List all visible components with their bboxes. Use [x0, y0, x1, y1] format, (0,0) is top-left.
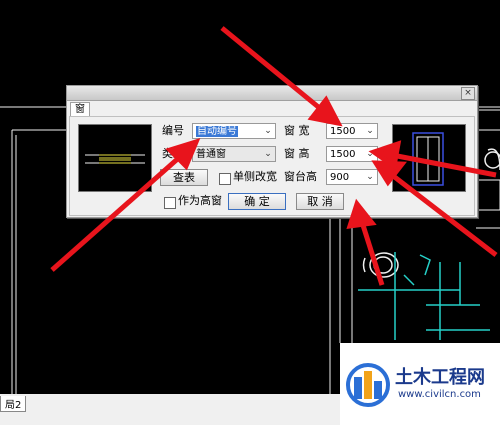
window-plan-preview: [78, 124, 152, 192]
height-combo[interactable]: 1500 ⌄: [326, 146, 378, 162]
chevron-down-icon[interactable]: ⌄: [363, 147, 377, 161]
tab-window[interactable]: 窗: [70, 102, 90, 117]
dialog-panel: 编号 自动编号 ⌄ 窗 宽 1500 ⌄ 类型 普通窗 ⌄ 窗 高 1500 ⌄…: [69, 116, 475, 216]
chevron-down-icon[interactable]: ⌄: [261, 124, 275, 138]
sill-height-label: 窗台高: [284, 170, 317, 183]
chevron-down-icon[interactable]: ⌄: [363, 170, 377, 184]
height-value: 1500: [330, 149, 356, 160]
civilcn-logo-icon: [346, 363, 390, 407]
type-combo[interactable]: 普通窗 ⌄: [192, 146, 276, 162]
width-value: 1500: [330, 126, 356, 137]
single-side-width-checkbox[interactable]: [219, 173, 231, 185]
tab-layout2[interactable]: 局2: [0, 396, 27, 412]
watermark-logo: 土木工程网 www.civilcn.com: [340, 343, 500, 425]
width-label: 窗 宽: [284, 124, 310, 137]
dialog-titlebar[interactable]: ×: [67, 86, 477, 101]
ok-button[interactable]: 确 定: [228, 193, 286, 210]
as-high-window-checkbox[interactable]: [164, 197, 176, 209]
window-plan-symbol-icon: [85, 154, 145, 164]
type-value: 普通窗: [196, 149, 226, 160]
watermark-url: www.civilcn.com: [398, 389, 481, 400]
layout-tab-bar: 局2: [0, 394, 340, 425]
height-label: 窗 高: [284, 147, 310, 160]
sill-height-combo[interactable]: 900 ⌄: [326, 169, 378, 185]
code-value: 自动编号: [196, 126, 238, 137]
window-elevation-preview: [392, 124, 466, 192]
sill-height-value: 900: [330, 172, 350, 183]
cancel-button[interactable]: 取 消: [296, 193, 344, 210]
code-label: 编号: [162, 124, 184, 137]
as-high-window-label: 作为高窗: [178, 194, 222, 207]
window-insert-dialog: × 窗 编号 自动编号 ⌄ 窗 宽 1500 ⌄ 类型 普通窗 ⌄ 窗 高 15…: [66, 85, 478, 218]
chevron-down-icon[interactable]: ⌄: [363, 124, 377, 138]
window-elevation-icon: [412, 132, 444, 186]
width-combo[interactable]: 1500 ⌄: [326, 123, 378, 139]
lookup-button[interactable]: 查表: [160, 169, 208, 186]
chevron-down-icon[interactable]: ⌄: [261, 147, 275, 161]
single-side-width-label: 单侧改宽: [233, 170, 277, 183]
code-combo[interactable]: 自动编号 ⌄: [192, 123, 276, 139]
type-label: 类型: [162, 147, 184, 160]
close-icon[interactable]: ×: [461, 87, 475, 100]
watermark-title: 土木工程网: [395, 367, 485, 388]
